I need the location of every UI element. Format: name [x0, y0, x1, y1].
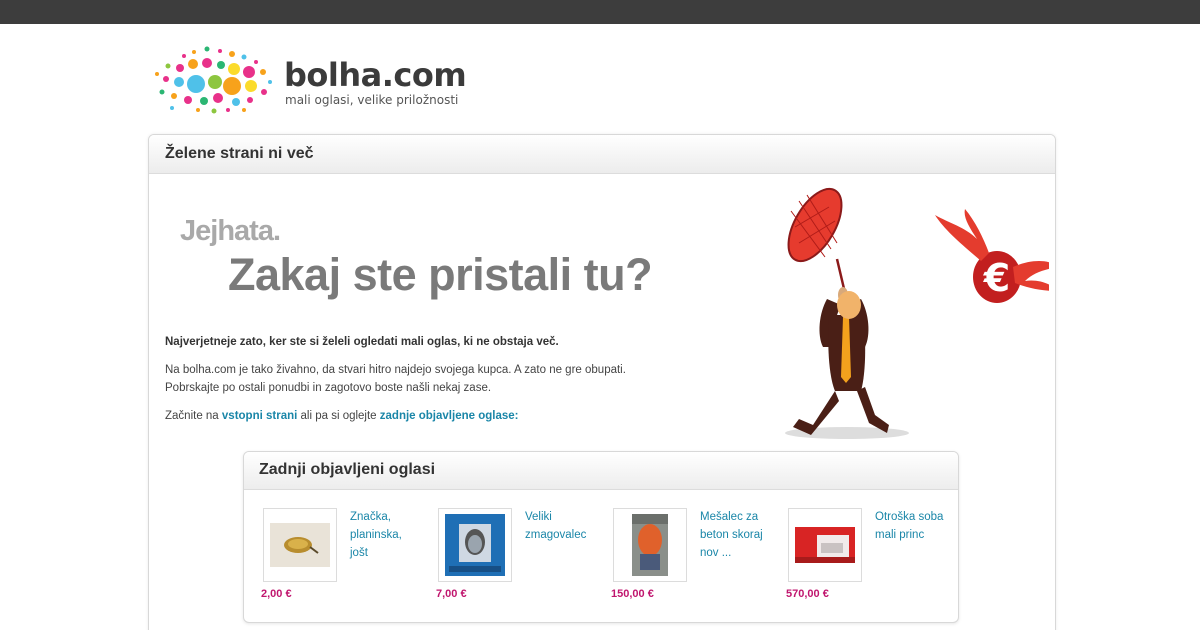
ad-card[interactable]: Otroška soba mali princ 570,00 € — [786, 508, 956, 608]
error-panel: Želene strani ni več Jejhata. Zakaj ste … — [148, 134, 1056, 630]
ad-thumbnail[interactable] — [438, 508, 512, 582]
poster-photo-icon — [445, 514, 505, 576]
logo-tagline: mali oglasi, velike priložnosti — [285, 93, 459, 107]
ad-title[interactable]: Značka, planinska, jošt — [350, 508, 422, 562]
ad-thumbnail[interactable] — [613, 508, 687, 582]
logo-title: bolha.com — [284, 56, 467, 94]
recent-ads-link[interactable]: zadnje objavljene oglase: — [380, 410, 519, 422]
ad-price: 2,00 € — [261, 588, 292, 600]
suggestion-prefix: Začnite na — [165, 410, 222, 422]
ad-title[interactable]: Otroška soba mali princ — [875, 508, 947, 544]
homepage-link[interactable]: vstopni strani — [222, 410, 297, 422]
ad-card[interactable]: Značka, planinska, jošt 2,00 € — [261, 508, 431, 608]
jejhata-heading: Jejhata. — [180, 215, 281, 247]
badge-photo-icon — [270, 523, 330, 567]
suggestion-middle: ali pa si oglejte — [297, 410, 380, 422]
ad-price: 570,00 € — [786, 588, 829, 600]
page-headline: Zakaj ste pristali tu? — [228, 249, 653, 300]
explanation-text: Najverjetneje zato, ker ste si želeli og… — [165, 336, 559, 348]
encouragement-line-1: Na bolha.com je tako živahno, da stvari … — [165, 364, 626, 376]
logo-dots-icon — [155, 46, 272, 114]
site-logo[interactable]: bolha.com mali oglasi, velike priložnost… — [152, 42, 467, 116]
svg-text:€: € — [983, 256, 1010, 300]
ad-price: 150,00 € — [611, 588, 654, 600]
businessman-chasing-euro-illustration: € — [785, 187, 1049, 439]
recent-ads-title: Zadnji objavljeni oglasi — [244, 452, 958, 490]
ad-thumbnail[interactable] — [788, 508, 862, 582]
ad-thumbnail[interactable] — [263, 508, 337, 582]
ad-title[interactable]: Veliki zmagovalec — [525, 508, 597, 544]
panel-title: Želene strani ni več — [149, 135, 1055, 174]
ad-price: 7,00 € — [436, 588, 467, 600]
top-bar — [0, 0, 1200, 24]
encouragement-text: Na bolha.com je tako živahno, da stvari … — [165, 361, 685, 397]
ad-card[interactable]: Mešalec za beton skoraj nov ... 150,00 € — [611, 508, 781, 608]
encouragement-line-2: Pobrskajte po ostali ponudbi in zagotovo… — [165, 382, 492, 394]
ad-card[interactable]: Veliki zmagovalec 7,00 € — [436, 508, 606, 608]
recent-ads-box: Zadnji objavljeni oglasi Značka, planins… — [243, 451, 959, 623]
concrete-mixer-photo-icon — [632, 514, 668, 576]
kids-room-photo-icon — [795, 527, 855, 563]
ad-title[interactable]: Mešalec za beton skoraj nov ... — [700, 508, 772, 562]
navigation-suggestion: Začnite na vstopni strani ali pa si ogle… — [165, 407, 685, 425]
